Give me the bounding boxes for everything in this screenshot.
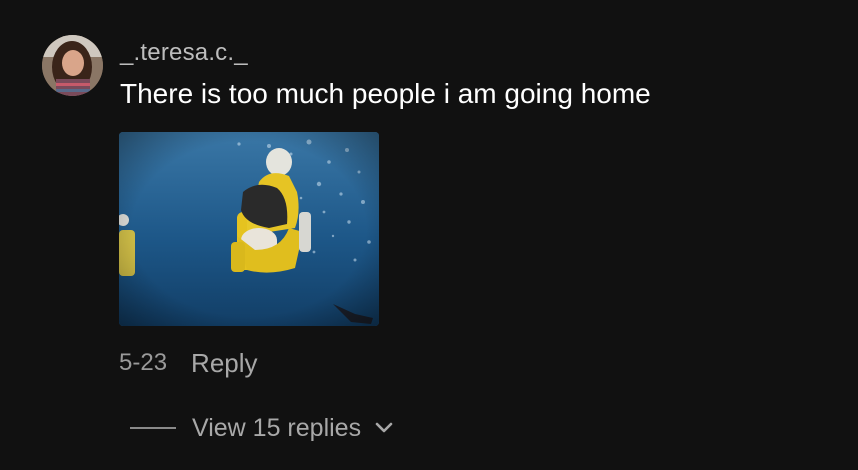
view-replies-label: View 15 replies <box>192 413 362 442</box>
view-replies-button[interactable]: View 15 replies <box>130 411 393 445</box>
comment-date: 5-23 <box>119 349 168 376</box>
chevron-down-icon <box>375 422 393 434</box>
comment-text: There is too much people i am going home <box>120 78 651 109</box>
avatar[interactable] <box>42 35 103 96</box>
comment-username[interactable]: _.teresa.c._ <box>120 38 248 68</box>
comment-image[interactable] <box>119 132 379 326</box>
comment-meta: 5-23 Reply <box>119 347 258 379</box>
reply-button[interactable]: Reply <box>191 348 257 379</box>
replies-divider <box>130 427 176 429</box>
